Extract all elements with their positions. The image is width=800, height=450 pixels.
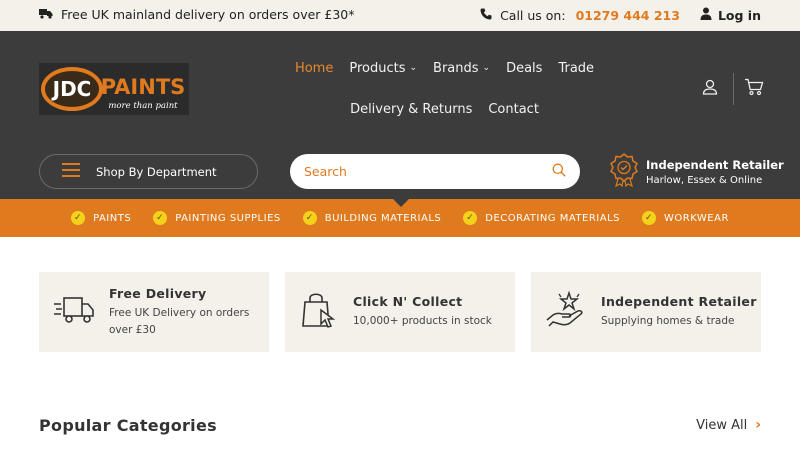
header-divider	[733, 73, 734, 105]
phone-link[interactable]: 01279 444 213	[576, 8, 680, 23]
independent-retailer-badge: Independent Retailer Harlow, Essex & Onl…	[610, 153, 784, 191]
chevron-down-icon: ⌄	[409, 63, 418, 73]
category-label: BUILDING MATERIALS	[324, 212, 442, 224]
svg-text:JDC: JDC	[51, 77, 92, 101]
feature-independent-retailer: Independent Retailer Supplying homes & t…	[531, 272, 761, 352]
nav-contact[interactable]: Contact	[480, 98, 547, 121]
nav-trade[interactable]: Trade	[550, 57, 602, 80]
category-decorating-materials[interactable]: ✓ DECORATING MATERIALS	[463, 211, 620, 225]
hamburger-icon	[62, 163, 80, 180]
category-label: PAINTING SUPPLIES	[175, 212, 281, 224]
popular-categories-heading: Popular Categories	[39, 416, 217, 435]
feature-description: Free UK Delivery on orders over £30	[109, 306, 250, 336]
main-nav: Home Products ⌄ Brands ⌄ Deals Trade Deliv…	[232, 57, 657, 121]
feature-description: 10,000+ products in stock	[353, 315, 492, 327]
category-label: DECORATING MATERIALS	[485, 212, 621, 224]
category-building-materials[interactable]: ✓ BUILDING MATERIALS	[302, 211, 442, 225]
login-label: Log in	[717, 7, 761, 23]
phone-icon	[480, 8, 492, 23]
check-circle-icon: ✓	[463, 211, 478, 225]
view-all-link[interactable]: View All ›	[696, 417, 761, 433]
delivery-notice: Free UK mainland delivery on orders over…	[39, 7, 355, 22]
delivery-text: Free UK mainland delivery on orders over…	[61, 7, 355, 22]
search-input[interactable]	[304, 164, 524, 179]
shop-by-department-button[interactable]: Shop By Department	[39, 154, 258, 189]
feature-strip: Free Delivery Free UK Delivery on orders…	[39, 272, 761, 352]
chevron-right-icon: ›	[755, 417, 761, 433]
svg-text:more than paint: more than paint	[108, 101, 178, 111]
nav-products[interactable]: Products ⌄	[341, 57, 425, 80]
shop-by-department-label: Shop By Department	[96, 164, 217, 179]
nav-notch	[393, 199, 409, 207]
check-circle-icon: ✓	[302, 211, 317, 225]
category-workwear[interactable]: ✓ WORKWEAR	[642, 211, 729, 225]
nav-deals[interactable]: Deals	[498, 57, 550, 80]
chevron-down-icon: ⌄	[482, 63, 491, 73]
account-icon[interactable]	[701, 78, 719, 100]
site-header: JDC PAINTS more than paint Home Products…	[0, 31, 800, 199]
feature-title: Independent Retailer	[601, 294, 757, 309]
truck-icon	[39, 7, 53, 22]
search-icon[interactable]	[552, 162, 566, 181]
feature-title: Click N' Collect	[353, 294, 463, 309]
category-paints[interactable]: ✓ PAINTS	[71, 211, 131, 225]
nav-delivery-label: Delivery & Returns	[350, 102, 473, 117]
award-badge-icon	[610, 153, 638, 191]
shopping-bag-icon	[299, 290, 339, 334]
nav-brands[interactable]: Brands ⌄	[425, 57, 498, 80]
nav-products-label: Products	[349, 61, 406, 76]
cart-icon[interactable]	[744, 78, 764, 100]
nav-trade-label: Trade	[558, 61, 595, 76]
announcement-bar: Free UK mainland delivery on orders over…	[0, 0, 800, 31]
category-label: WORKWEAR	[664, 212, 729, 224]
check-circle-icon: ✓	[153, 211, 168, 225]
site-logo[interactable]: JDC PAINTS more than paint	[39, 63, 189, 115]
category-label: PAINTS	[93, 212, 132, 224]
search-box	[290, 154, 580, 189]
view-all-label: View All	[696, 417, 748, 433]
nav-home-label: Home	[294, 61, 334, 76]
feature-title: Free Delivery	[109, 285, 207, 301]
nav-deals-label: Deals	[506, 61, 543, 76]
feature-free-delivery: Free Delivery Free UK Delivery on orders…	[39, 272, 269, 352]
feature-click-collect: Click N' Collect 10,000+ products in sto…	[285, 272, 515, 352]
login-link[interactable]: Log in	[700, 7, 761, 23]
header-icons	[701, 73, 764, 105]
call-label: Call us on:	[500, 7, 566, 23]
feature-description: Supplying homes & trade	[601, 315, 735, 327]
category-painting-supplies[interactable]: ✓ PAINTING SUPPLIES	[153, 211, 281, 225]
retailer-title: Independent Retailer	[646, 158, 784, 172]
check-circle-icon: ✓	[642, 211, 657, 225]
nav-delivery-returns[interactable]: Delivery & Returns	[342, 98, 480, 121]
nav-home[interactable]: Home	[287, 57, 341, 80]
category-bar: ✓ PAINTS ✓ PAINTING SUPPLIES ✓ BUILDING MAT…	[0, 199, 800, 237]
check-circle-icon: ✓	[71, 211, 86, 225]
svg-text:PAINTS: PAINTS	[101, 75, 186, 99]
retailer-subtitle: Harlow, Essex & Online	[646, 175, 763, 186]
hand-star-icon	[545, 290, 587, 334]
nav-brands-label: Brands	[433, 61, 479, 76]
nav-contact-label: Contact	[488, 102, 539, 117]
user-icon	[700, 7, 712, 23]
delivery-truck-icon	[53, 295, 95, 329]
